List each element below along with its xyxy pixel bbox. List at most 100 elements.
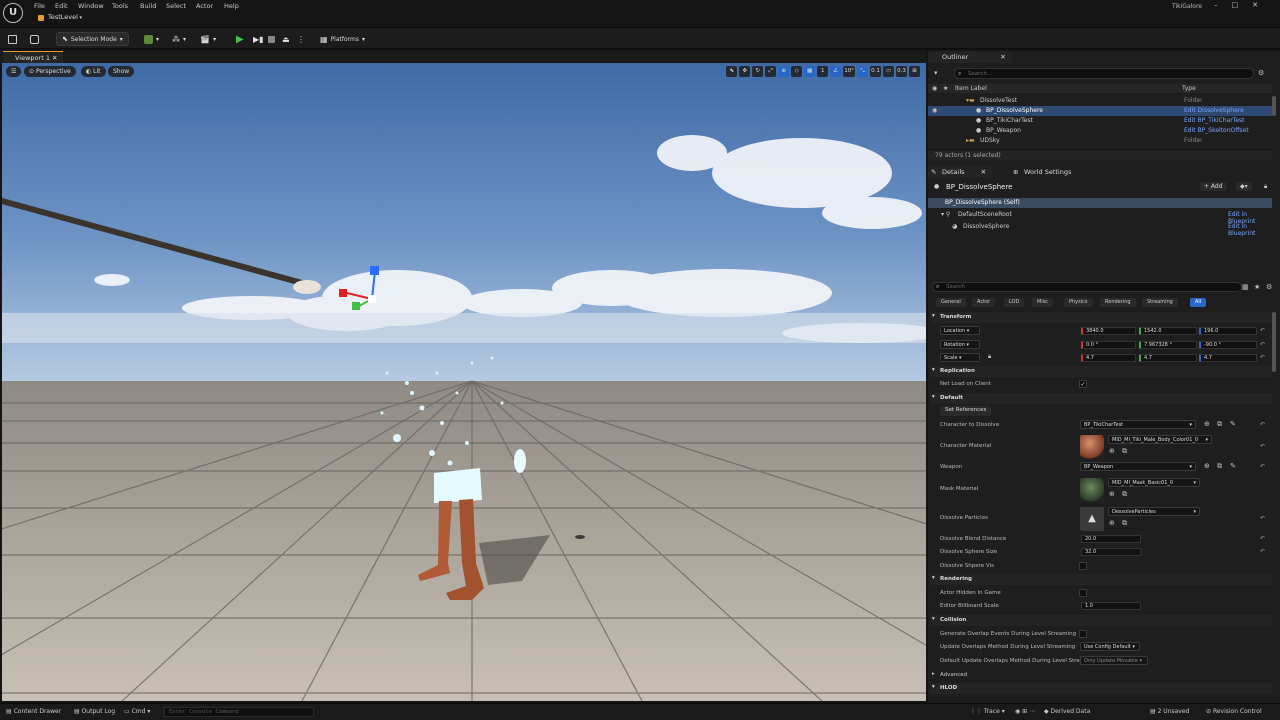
settings-icon[interactable]: ⚙ [1266,283,1272,291]
blueprint-icon[interactable]: ⁂ ▾ [172,32,186,46]
particles-dropdown[interactable]: DessolveParticles ▾ [1108,507,1200,516]
component-row[interactable]: ◕ DissolveSphere Edit in Blueprint [928,222,1272,237]
viewport-tab[interactable]: Viewport 1 ✕ [3,51,64,63]
content-drawer-button[interactable]: ▤ Content Drawer [6,708,61,715]
browse-icon[interactable]: ⧉ [1122,447,1127,456]
char-material-dropdown[interactable]: MID_MI_Tiki_Male_Body_Color01_0 ▾ [1108,435,1212,444]
reset-icon[interactable]: ↶ [1260,354,1265,361]
mask-thumbnail[interactable] [1080,478,1104,502]
derived-data-button[interactable]: ◆ Derived Data [1044,708,1090,715]
stop-icon[interactable] [268,32,275,46]
camera-speed-value[interactable]: 0.3 [896,66,907,77]
cat-streaming[interactable]: Streaming [1142,298,1178,307]
unreal-logo[interactable]: U [3,3,23,23]
lock-icon[interactable]: 🔒︎ [1264,183,1267,191]
details-actor-name[interactable]: BP_DissolveSphere [946,183,1013,191]
reset-icon[interactable]: ↶ [1260,463,1265,470]
scale-dropdown[interactable]: Scale ▾ [940,353,980,362]
play-options-icon[interactable]: ⋮ [297,32,305,46]
outliner-search-input[interactable]: ⌕ Search... [954,68,1254,79]
surface-snap-icon[interactable]: ◇ [791,66,803,77]
scale-y[interactable]: 4.7 [1139,354,1197,362]
viewport-scene[interactable] [2,63,926,701]
rotation-snap-icon[interactable]: ∠ [830,66,842,77]
reset-icon[interactable]: ↶ [1260,443,1265,450]
show-button[interactable]: Show [108,66,135,77]
unsaved-button[interactable]: ▤ 2 Unsaved [1150,708,1189,715]
def-overlap-dropdown[interactable]: Only Update Movable ▾ [1080,656,1148,665]
rotation-dropdown[interactable]: Rotation ▾ [940,340,980,349]
net-load-checkbox[interactable]: ✓ [1079,380,1087,388]
location-z[interactable]: 196.0 [1199,327,1257,335]
filter-icon[interactable]: ▾ [934,69,938,77]
cat-physics[interactable]: Physics [1064,298,1093,307]
status-icons[interactable]: ◉ ⊞ ⋯ [1015,708,1035,715]
cinematics-icon[interactable]: 🎬︎ ▾ [200,32,216,46]
particles-thumbnail[interactable]: ▲ [1080,507,1104,531]
section-rendering[interactable]: Rendering [930,574,1272,585]
menu-window[interactable]: Window [78,2,104,10]
outliner-settings-icon[interactable]: ⚙ [1258,69,1264,77]
content-browser-icon[interactable] [30,32,39,46]
menu-select[interactable]: Select [166,2,186,10]
outliner-row-selected[interactable]: ◉ ● BP_DissolveSphere Edit DissolveSpher… [928,106,1272,116]
lit-button[interactable]: ◐ Lit [81,66,106,77]
picker-icon[interactable]: ✎ [1230,420,1236,428]
use-selected-icon[interactable]: ⊕ [1109,490,1115,498]
reset-icon[interactable]: ↶ [1260,327,1265,334]
outliner-row[interactable]: ● BP_Weapon Edit BP_SkeltonOffset [928,126,1272,136]
material-thumbnail[interactable] [1080,435,1104,459]
sphere-vis-checkbox[interactable] [1079,562,1087,570]
add-component-button[interactable]: + Add [1200,182,1227,191]
menu-build[interactable]: Build [140,2,156,10]
camera-speed-icon[interactable]: ▭ [883,66,894,77]
add-actor-icon[interactable]: ▾ [144,32,159,46]
visibility-icon[interactable]: ◉ [932,107,937,114]
rotation-x[interactable]: 0.0 ° [1081,341,1136,349]
grid-snap-icon[interactable]: ▦ [804,66,816,77]
outliner-tab[interactable]: Outliner ✕ [928,51,1012,63]
outliner-scrollbar[interactable] [1272,96,1276,116]
scale-lock-icon[interactable]: 🔒︎ [988,353,991,361]
rotation-y[interactable]: 7.967328 ° [1139,341,1197,349]
perspective-button[interactable]: ⊙ Perspective [24,66,76,77]
use-selected-icon[interactable]: ⊕ [1109,447,1115,455]
reset-icon[interactable]: ↶ [1260,341,1265,348]
details-tab[interactable]: ✎ Details ✕ [928,166,993,178]
grid-size-value[interactable]: 1 [817,66,829,77]
section-collision[interactable]: Collision [930,615,1272,626]
section-transform[interactable]: Transform [930,312,1272,323]
menu-tools[interactable]: Tools [112,2,128,10]
rotation-z[interactable]: -90.0 ° [1199,341,1257,349]
revision-control-button[interactable]: ⊘ Revision Control [1206,708,1262,715]
location-dropdown[interactable]: Location ▾ [940,326,980,335]
details-search-input[interactable]: ⌕ Search [932,282,1242,292]
edit-in-blueprint-link[interactable]: Edit in Blueprint [1228,223,1272,237]
outliner-row[interactable]: ● BP_TikiCharTest Edit BP_TikiCharTest [928,116,1272,126]
col-item-label[interactable]: Item Label [955,85,987,92]
row-type-link[interactable]: Edit BP_SkeltonOffset [1184,127,1249,134]
cat-rendering[interactable]: Rendering [1100,298,1136,307]
picker-icon[interactable]: ✎ [1230,462,1236,470]
use-selected-icon[interactable]: ⊕ [1204,420,1210,428]
favorite-icon[interactable]: ★ [1254,283,1260,291]
sphere-size-input[interactable]: 32.0 [1081,548,1141,556]
component-self[interactable]: BP_DissolveSphere (Self) [928,198,1272,208]
advanced-expander[interactable]: ▸ Advanced [930,670,1272,681]
col-type[interactable]: Type [1182,85,1196,92]
level-tab[interactable]: TestLevel ▾ [38,13,82,24]
platforms-button[interactable]: ▦ Platforms ▾ [320,32,365,46]
row-type-link[interactable]: Edit DissolveSphere [1184,107,1244,114]
location-y[interactable]: 1542.0 [1139,327,1197,335]
reset-icon[interactable]: ↶ [1260,548,1265,555]
hidden-in-game-checkbox[interactable] [1079,589,1087,597]
output-log-button[interactable]: ▤ Output Log [74,708,115,715]
save-icon[interactable] [8,32,17,46]
menu-actor[interactable]: Actor [196,2,213,10]
outliner-row[interactable]: ▸▬ UDSky Folder [928,136,1272,146]
viewport-menu-icon[interactable]: ☰ [6,66,22,77]
window-controls[interactable]: –□✕ [1214,1,1272,9]
cmd-button[interactable]: ▭ Cmd ▾ [124,708,150,715]
cat-all[interactable]: All [1190,298,1207,307]
scale-snap-icon[interactable]: ⤡ [857,66,868,77]
